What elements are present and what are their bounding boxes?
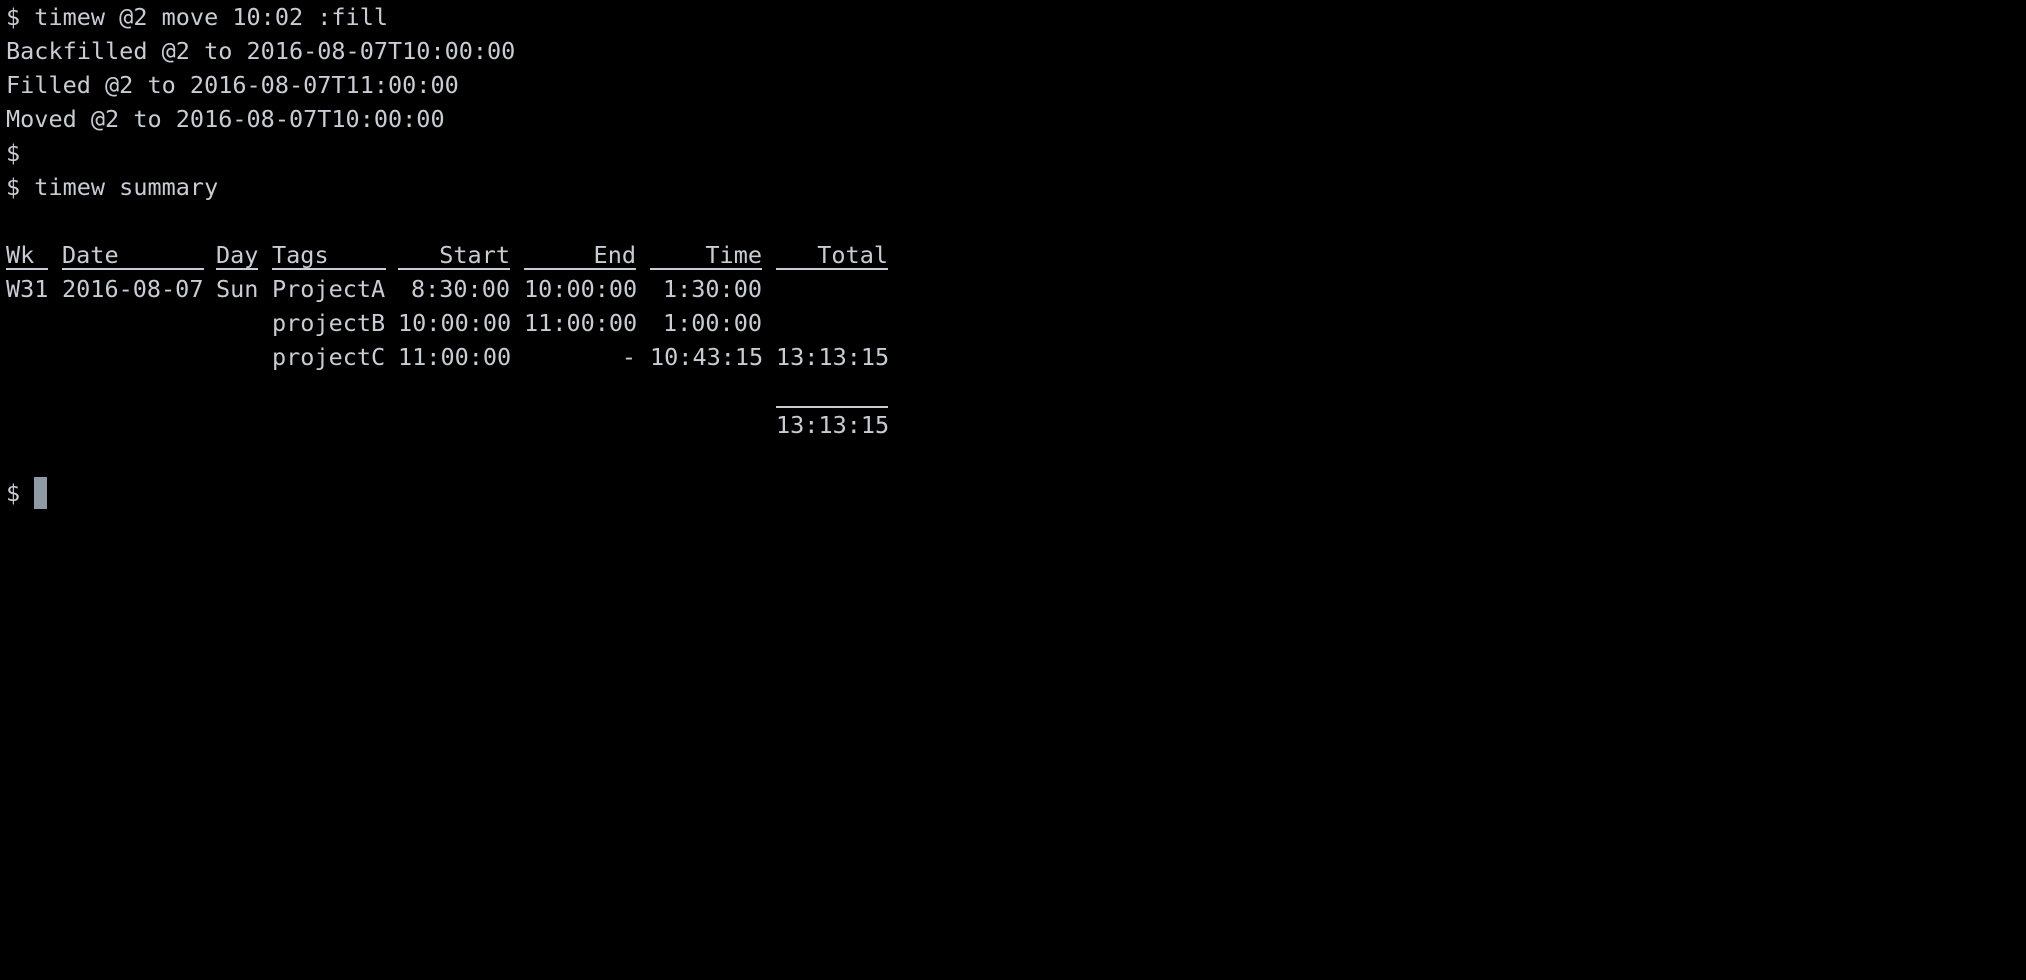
cell-total: 13:13:15 xyxy=(776,343,890,371)
header-date: Date xyxy=(62,238,204,270)
cell-start: 11:00:00 xyxy=(398,343,512,371)
header-total: Total xyxy=(776,238,888,270)
grand-total-row: 13:13:15 xyxy=(6,408,906,442)
output-line-filled: Filled @2 to 2016-08-07T11:00:00 xyxy=(6,71,459,99)
header-start: Start xyxy=(398,238,510,270)
cell-total xyxy=(776,306,888,340)
cell-wk: W31 xyxy=(6,275,49,303)
total-separator-row xyxy=(6,374,906,408)
output-line-backfilled: Backfilled @2 to 2016-08-07T10:00:00 xyxy=(6,37,516,65)
cell-time: 1:00:00 xyxy=(662,309,762,337)
cell-end: 11:00:00 xyxy=(524,309,638,337)
header-day: Day xyxy=(216,238,258,270)
header-tags: Tags xyxy=(272,238,386,270)
cell-tags: projectC xyxy=(272,343,386,371)
header-wk: Wk xyxy=(6,238,48,270)
empty-prompt-line: $ xyxy=(6,139,21,167)
output-line-moved: Moved @2 to 2016-08-07T10:00:00 xyxy=(6,105,445,133)
table-row: projectC 11:00:00 - 10:43:15 13:13:15 xyxy=(6,340,906,374)
header-time: Time xyxy=(650,238,762,270)
cell-tags: projectB xyxy=(272,309,386,337)
terminal-window[interactable]: $ timew @2 move 10:02 :fill Backfilled @… xyxy=(0,0,2026,518)
header-end: End xyxy=(524,238,636,270)
command-line-summary: $ timew summary xyxy=(6,173,219,201)
cell-end: - xyxy=(621,343,636,371)
total-separator-line xyxy=(776,374,888,408)
cell-total xyxy=(776,272,888,306)
cell-time: 10:43:15 xyxy=(650,343,764,371)
cell-tags: ProjectA xyxy=(272,275,386,303)
cell-time: 1:30:00 xyxy=(662,275,762,303)
summary-header-row: Wk Date Day Tags Start End Time Total xyxy=(6,238,906,272)
grand-total-value: 13:13:15 xyxy=(776,411,890,439)
current-prompt: $ xyxy=(6,479,21,507)
summary-table: Wk Date Day Tags Start End Time Total W3… xyxy=(0,241,2026,840)
cell-start: 8:30:00 xyxy=(410,275,510,303)
text-cursor[interactable] xyxy=(34,477,47,509)
cell-start: 10:00:00 xyxy=(398,309,512,337)
command-line-move: $ timew @2 move 10:02 :fill xyxy=(6,3,389,31)
table-row: W31 2016-08-07 Sun ProjectA 8:30:00 10:0… xyxy=(6,272,906,306)
cell-date: 2016-08-07 xyxy=(62,275,204,303)
cell-end: 10:00:00 xyxy=(524,275,638,303)
cell-day: Sun xyxy=(216,275,259,303)
table-row: projectB 10:00:00 11:00:00 1:00:00 xyxy=(6,306,906,340)
